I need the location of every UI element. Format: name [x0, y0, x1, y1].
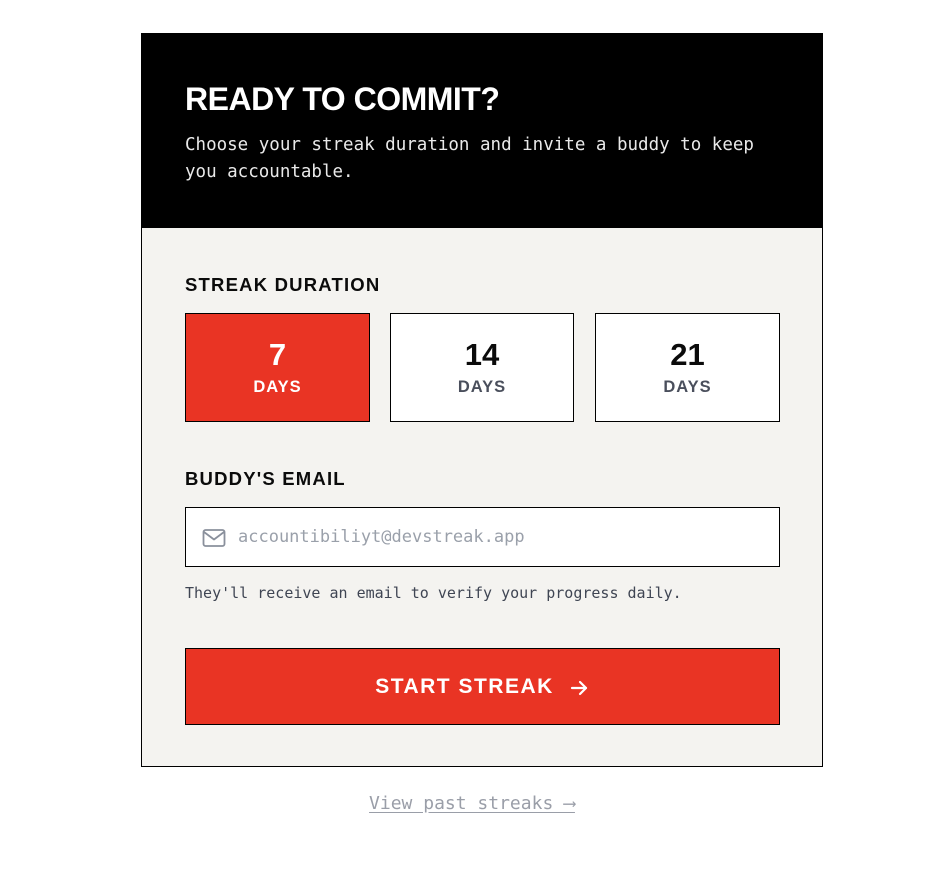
- commit-card: READY TO COMMIT? Choose your streak dura…: [141, 33, 823, 767]
- past-streaks-link-container: View past streaks ⟶: [0, 793, 944, 814]
- duration-number: 7: [268, 337, 287, 372]
- duration-number: 21: [670, 337, 705, 372]
- streak-duration-label: STREAK DURATION: [185, 274, 381, 295]
- start-streak-label: START STREAK: [375, 674, 554, 698]
- duration-unit: DAYS: [663, 378, 712, 396]
- view-past-streaks-link[interactable]: View past streaks ⟶: [369, 793, 575, 814]
- duration-number: 14: [464, 337, 500, 372]
- duration-option-21[interactable]: 21 DAYS: [595, 313, 780, 422]
- start-streak-button[interactable]: START STREAK: [185, 648, 780, 725]
- buddy-email-field[interactable]: [185, 507, 780, 567]
- card-title: READY TO COMMIT?: [185, 81, 500, 117]
- duration-option-7[interactable]: 7 DAYS: [185, 313, 370, 422]
- duration-unit: DAYS: [253, 378, 302, 396]
- card-header: READY TO COMMIT? Choose your streak dura…: [142, 34, 822, 228]
- duration-unit: DAYS: [457, 378, 507, 396]
- card-subtitle: Choose your streak duration and invite a…: [185, 135, 754, 182]
- duration-option-14[interactable]: 14 DAYS: [390, 313, 574, 422]
- email-helper-text: They'll receive an email to verify your …: [185, 584, 682, 602]
- mail-icon: [202, 529, 226, 547]
- buddy-email-label: BUDDY'S EMAIL: [185, 468, 346, 489]
- arrow-right-icon: [570, 680, 587, 695]
- buddy-email-input[interactable]: [238, 508, 768, 566]
